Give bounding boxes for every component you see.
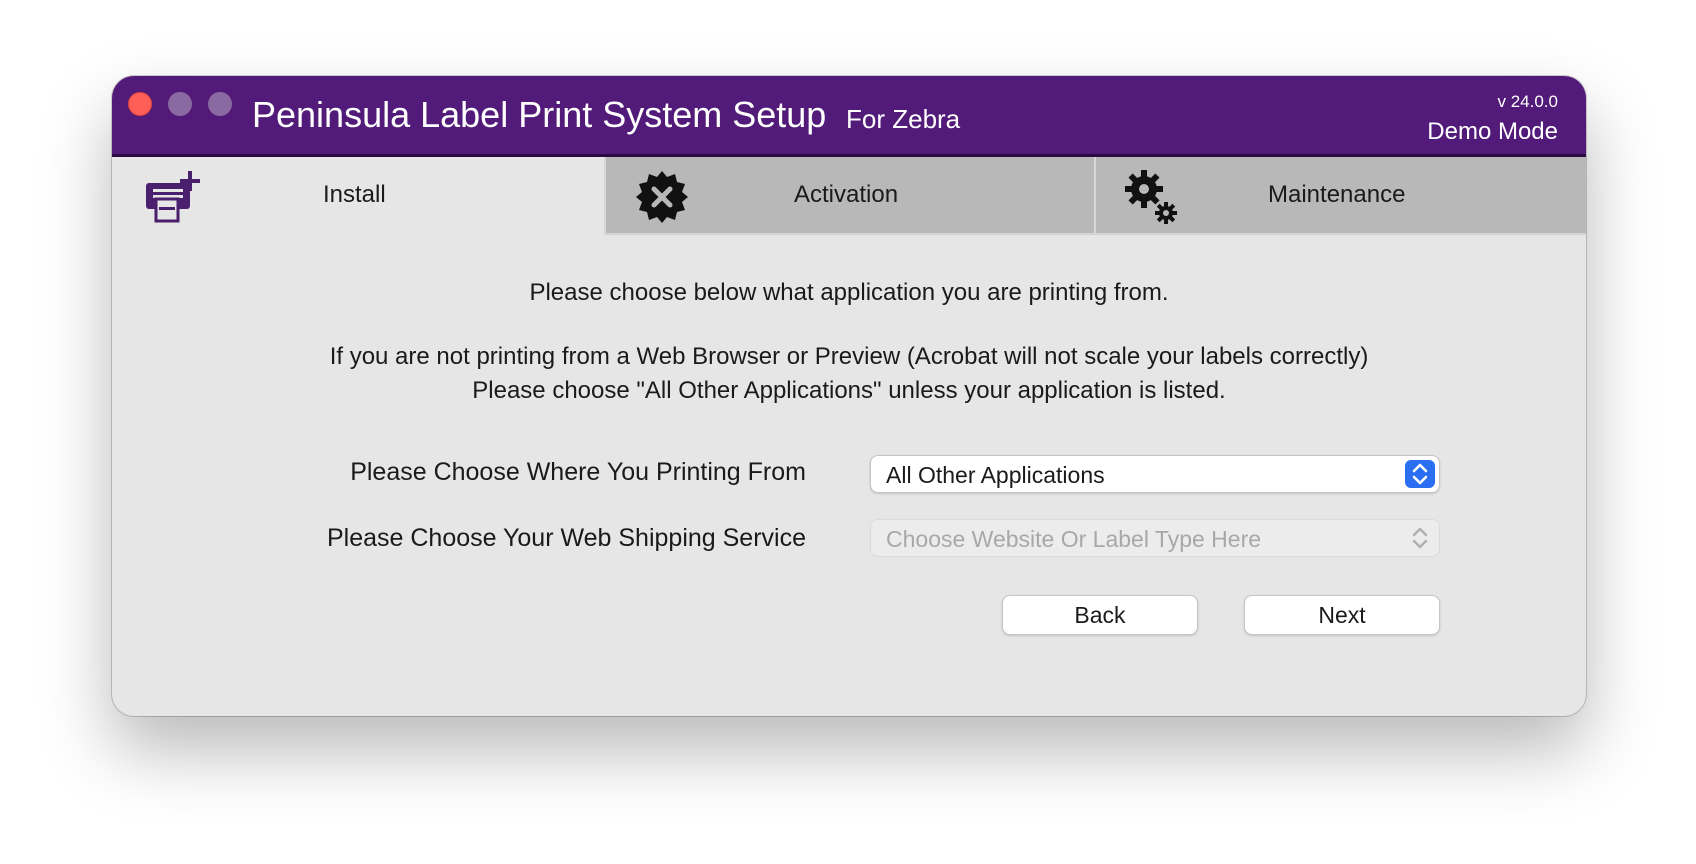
setup-window: Peninsula Label Print System Setup For Z… [112,76,1586,716]
tab-maintenance[interactable]: Maintenance [1094,157,1586,235]
shipping-service-select[interactable]: Choose Website Or Label Type Here [870,519,1440,557]
printer-plus-icon [142,169,202,228]
close-window-button[interactable] [128,92,152,116]
printing-from-select[interactable]: All Other Applications [870,455,1440,493]
version-label: v 24.0.0 [1497,92,1559,111]
tab-activation-label: Activation [794,181,899,208]
install-panel: Please choose below what application you… [112,235,1586,716]
chevron-up-down-icon [1405,524,1435,552]
back-button[interactable]: Back [1002,595,1198,635]
zoom-window-button[interactable] [208,92,232,116]
chevron-up-down-icon [1405,460,1435,488]
app-title: Peninsula Label Print System Setup [252,94,827,135]
tab-install[interactable]: Install [112,157,604,235]
title-bar: Peninsula Label Print System Setup For Z… [112,76,1586,157]
tab-activation[interactable]: Activation [604,157,1094,235]
printing-from-label: Please Choose Where You Printing From [350,458,806,486]
tab-maintenance-label: Maintenance [1268,181,1406,208]
mode-label: Demo Mode [1427,118,1558,145]
printing-from-value: All Other Applications [886,462,1105,488]
instruction-line-2: If you are not printing from a Web Brows… [329,343,1369,370]
next-button[interactable]: Next [1244,595,1440,635]
tab-install-label: Install [323,181,386,208]
instruction-line-1: Please choose below what application you… [529,279,1169,306]
instruction-line-3: Please choose "All Other Applications" u… [472,377,1226,404]
badge-x-icon [634,169,690,230]
gears-icon [1124,167,1178,232]
tab-bar: Install Activation Maintenance [112,157,1586,235]
shipping-service-label: Please Choose Your Web Shipping Service [326,524,806,552]
minimize-window-button[interactable] [168,92,192,116]
shipping-service-placeholder: Choose Website Or Label Type Here [886,526,1262,552]
app-subtitle: For Zebra [846,104,961,134]
